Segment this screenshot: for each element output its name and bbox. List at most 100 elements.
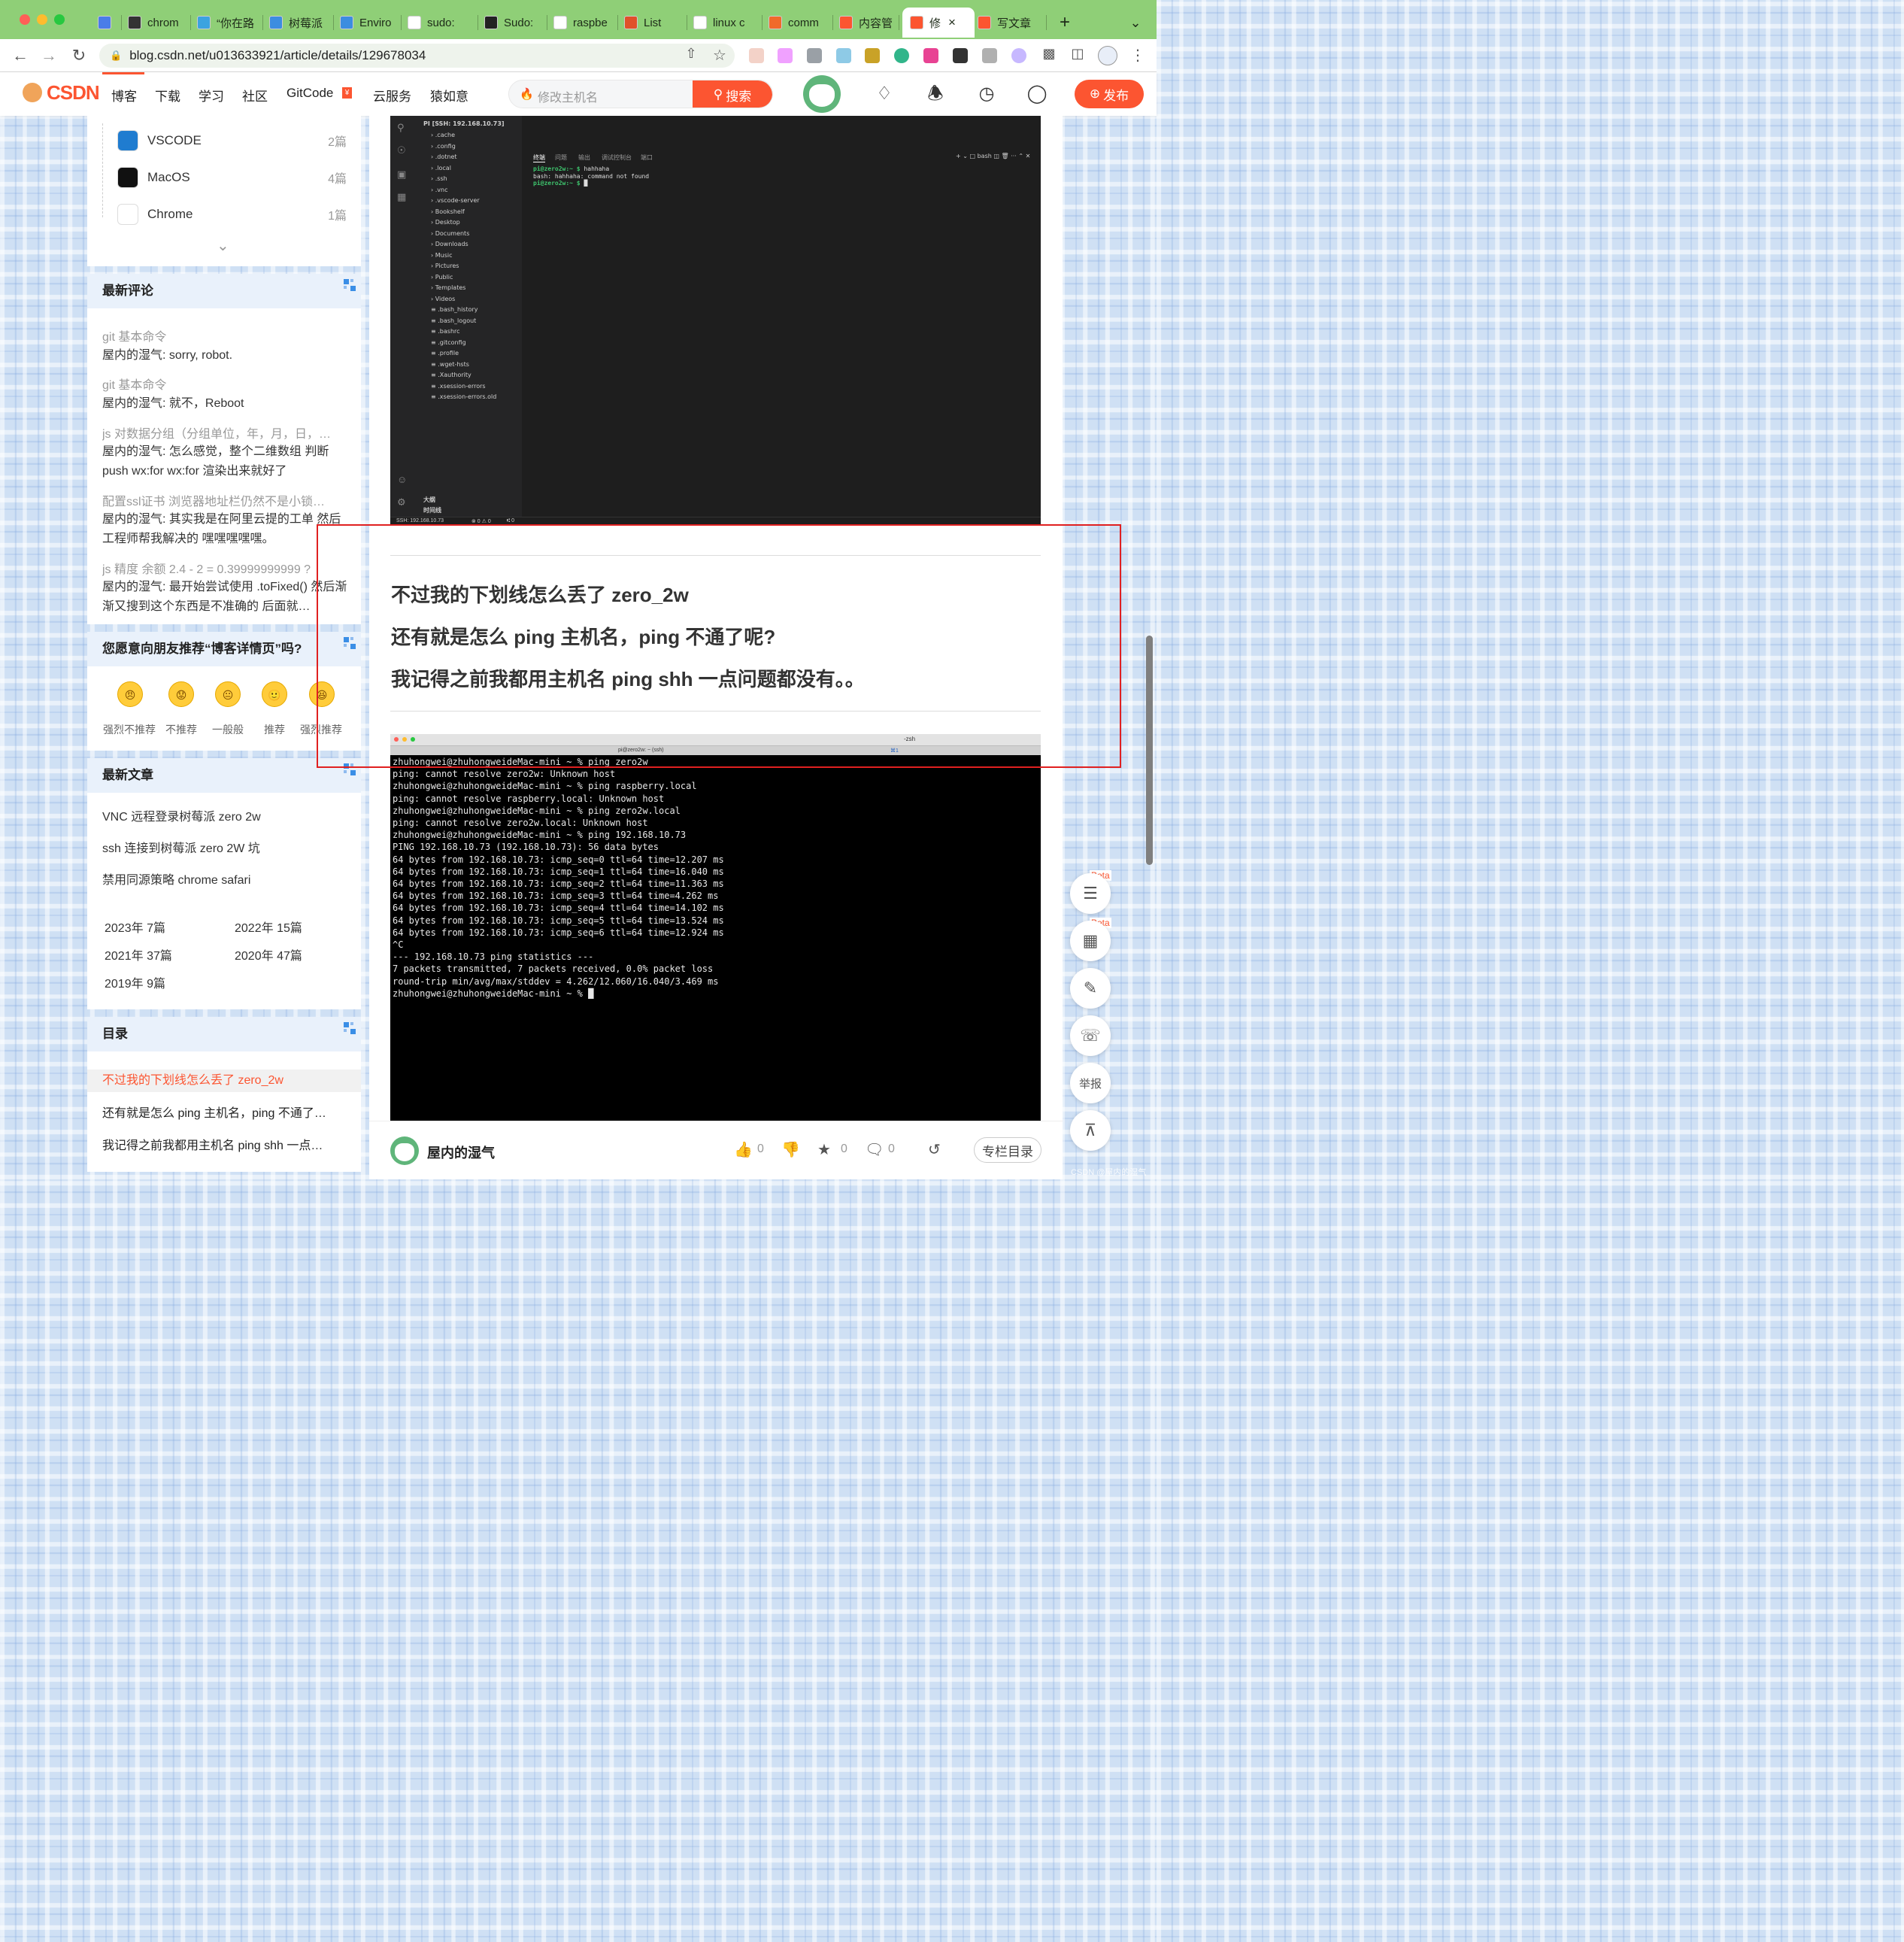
toc-item[interactable]: 我记得之前我都用主机名 ping shh 一点…	[87, 1135, 361, 1158]
archive-item[interactable]: 2020年 47篇	[235, 945, 302, 963]
extension-icon[interactable]	[778, 48, 793, 63]
panel-tab[interactable]: 输出	[578, 153, 590, 162]
bookmark-star-icon[interactable]: ☆	[710, 46, 729, 65]
close-window-button[interactable]	[20, 14, 30, 25]
explorer-file[interactable]: ≡ .xsession-errors	[431, 383, 486, 390]
csdn-logo[interactable]: CSDN	[47, 81, 100, 105]
rating-face-icon[interactable]: 😠	[117, 681, 143, 707]
explorer-file[interactable]: › Music	[431, 252, 453, 259]
minimize-window-button[interactable]	[37, 14, 47, 25]
explorer-file[interactable]: › Templates	[431, 284, 465, 291]
latest-article-link[interactable]: VNC 远程登录树莓派 zero 2w	[102, 806, 261, 824]
explorer-file[interactable]: › .ssh	[431, 175, 447, 182]
browser-tab[interactable]: 内容管	[836, 8, 899, 38]
explorer-file[interactable]: › Bookshelf	[431, 208, 465, 215]
edit-note-icon[interactable]: ✎	[1070, 968, 1111, 1009]
react-extension-icon[interactable]	[836, 48, 851, 63]
explorer-file[interactable]: ≡ .bash_history	[431, 306, 478, 313]
explorer-file[interactable]: ≡ .Xauthority	[431, 372, 471, 378]
browser-menu-icon[interactable]: ⋮	[1128, 46, 1148, 65]
browser-tab[interactable]: raspbe	[550, 8, 618, 38]
browser-tab[interactable]: comm	[766, 8, 833, 38]
forward-arrow-icon[interactable]: →	[39, 46, 59, 65]
browser-tab[interactable]: “你在路	[194, 8, 263, 38]
comment-article-link[interactable]: js 精度 余额 2.4 - 2 = 0.39999999999 ?	[102, 559, 347, 577]
outline-section[interactable]: 大纲	[423, 496, 435, 504]
category-item[interactable]: VSCODE 2篇	[117, 129, 347, 153]
remote-status[interactable]: SSH: 192.168.10.73	[396, 518, 444, 523]
browser-tab[interactable]: sudo:	[405, 8, 478, 38]
category-item[interactable]: Chrome 1篇	[117, 202, 347, 226]
browser-tab[interactable]: Enviro	[337, 8, 402, 38]
ports-status[interactable]: ⑆ 0	[507, 518, 514, 523]
address-bar[interactable]: 🔒 blog.csdn.net/u013633921/article/detai…	[99, 44, 735, 68]
panel-tab[interactable]: 调试控制台	[602, 153, 632, 162]
explorer-file[interactable]: ≡ .gitconfig	[431, 339, 466, 346]
nav-item[interactable]: 下载	[155, 86, 180, 105]
side-panel-icon[interactable]: ◫	[1068, 46, 1087, 62]
latest-article-link[interactable]: 禁用同源策略 chrome safari	[102, 869, 250, 888]
archive-item[interactable]: 2019年 9篇	[105, 973, 165, 991]
translate-extension-icon[interactable]	[923, 48, 938, 63]
browser-tab[interactable]: linux c	[690, 8, 763, 38]
expand-chevron-icon[interactable]: ⌄	[217, 236, 229, 255]
reload-icon[interactable]: ↻	[69, 46, 89, 65]
explorer-file[interactable]: › Videos	[431, 296, 455, 302]
page-scrollbar[interactable]	[1146, 636, 1153, 865]
customer-service-headset-icon[interactable]: ☏	[1070, 1015, 1111, 1056]
search-box[interactable]: 🔥 修改主机名 ⚲ 搜索	[508, 80, 773, 108]
problems-status[interactable]: ⊗ 0 ⚠ 0	[471, 518, 491, 524]
vue-extension-icon[interactable]	[807, 48, 822, 63]
explorer-file[interactable]: › .local	[431, 165, 451, 171]
explorer-file[interactable]: › .vscode-server	[431, 197, 480, 204]
explorer-file[interactable]: › Pictures	[431, 262, 459, 269]
browser-tab[interactable]: chrom	[125, 8, 191, 38]
extensions-puzzle-icon[interactable]: ▩	[1039, 46, 1059, 62]
extension-icon[interactable]	[865, 48, 880, 63]
close-tab-icon[interactable]: ×	[948, 15, 956, 30]
toc-item[interactable]: 还有就是怎么 ping 主机名，ping 不通了…	[87, 1103, 361, 1125]
history-clock-icon[interactable]: ◷	[975, 83, 998, 105]
latest-article-link[interactable]: ssh 连接到树莓派 zero 2W 坑	[102, 838, 260, 856]
comment-article-link[interactable]: js 对数据分组（分组单位，年，月，日，…	[102, 423, 347, 442]
author-avatar[interactable]	[390, 1136, 419, 1165]
sync-extension-icon[interactable]	[894, 48, 909, 63]
explorer-file[interactable]: ≡ .bashrc	[431, 328, 460, 335]
comment-article-link[interactable]: git 基本命令	[102, 375, 347, 393]
search-button[interactable]: ⚲ 搜索	[693, 80, 772, 108]
explorer-file[interactable]: ≡ .bash_logout	[431, 317, 476, 324]
user-avatar[interactable]	[803, 75, 841, 113]
browser-tab[interactable]: 树莓派	[266, 8, 334, 38]
category-item[interactable]: MacOS 4篇	[117, 165, 347, 190]
rating-face-icon[interactable]: 😟	[168, 681, 194, 707]
explorer-file[interactable]: ≡ .wget-hsts	[431, 361, 469, 368]
new-tab-button[interactable]: +	[1053, 8, 1077, 38]
publish-button[interactable]: ⊕ 发布	[1075, 80, 1144, 108]
favorite-star-icon[interactable]: ★	[817, 1140, 831, 1159]
explorer-file[interactable]: › Desktop	[431, 219, 460, 226]
column-toc-button[interactable]: 专栏目录	[974, 1137, 1041, 1163]
timeline-section[interactable]: 时间线	[423, 506, 441, 514]
explorer-file[interactable]: › .config	[431, 143, 456, 150]
nav-item[interactable]: GitCode	[287, 86, 333, 101]
browser-tab[interactable]: Sudo:	[481, 8, 547, 38]
share-icon[interactable]: ↺	[928, 1140, 941, 1159]
like-icon[interactable]: 👍	[734, 1140, 753, 1159]
explorer-file[interactable]: › Downloads	[431, 241, 468, 247]
maximize-window-button[interactable]	[54, 14, 65, 25]
explorer-file[interactable]: › Documents	[431, 230, 469, 237]
share-icon[interactable]: ⇧	[681, 46, 701, 62]
explorer-file[interactable]: ≡ .profile	[431, 350, 459, 357]
terminal-extension-icon[interactable]	[953, 48, 968, 63]
explorer-file[interactable]: › .cache	[431, 132, 455, 138]
bell-icon[interactable]: 🕭	[924, 83, 947, 105]
nav-item[interactable]: 猿如意	[430, 86, 468, 105]
openai-extension-icon[interactable]	[1011, 48, 1026, 63]
explorer-file[interactable]: › .dotnet	[431, 153, 457, 160]
browser-tab[interactable]	[95, 8, 122, 38]
rating-face-icon[interactable]: 🙂	[262, 681, 287, 707]
search-input[interactable]: 修改主机名	[538, 87, 598, 105]
screenshot-icon[interactable]: ▦	[1070, 921, 1111, 961]
rating-face-icon[interactable]: 😐	[215, 681, 241, 707]
explorer-file[interactable]: ≡ .xsession-errors.old	[431, 393, 496, 400]
